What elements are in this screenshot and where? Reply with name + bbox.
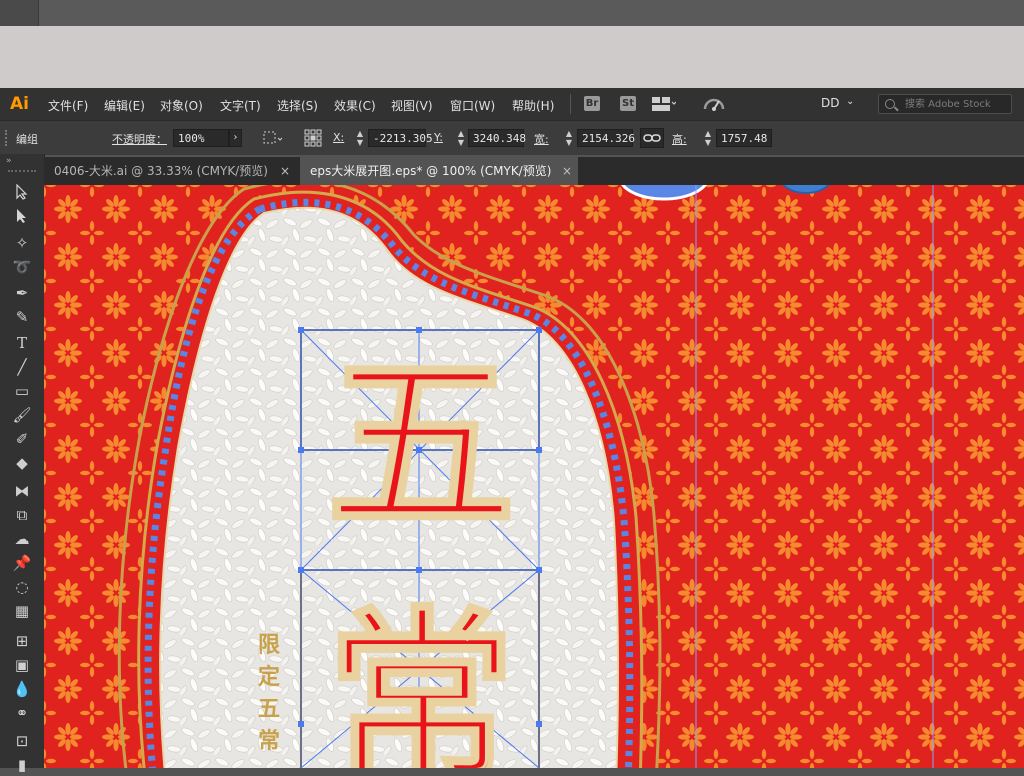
menu-object[interactable]: 对象(O) — [160, 97, 203, 114]
width-field[interactable]: 2154.326 — [577, 129, 635, 147]
selection-type-label: 编组 — [16, 133, 38, 146]
stock-button[interactable]: St — [620, 96, 636, 111]
opacity-label[interactable]: 不透明度： — [112, 131, 167, 147]
tab-document-2[interactable]: eps大米展开图.eps* @ 100% (CMYK/预览) × — [300, 157, 578, 185]
arrange-documents-icon[interactable] — [652, 97, 677, 111]
app-logo: Ai — [10, 94, 29, 114]
panel-grip-icon — [5, 130, 10, 146]
x-field[interactable]: -2213.305 — [368, 129, 433, 147]
x-stepper-icon[interactable]: ▲ ▼ — [354, 129, 366, 147]
search-icon — [885, 99, 895, 109]
scale-tool-icon[interactable]: ⧉ — [10, 504, 34, 526]
chevron-down-icon[interactable]: ⌄ — [846, 96, 854, 107]
height-field[interactable]: 1757.48 p — [716, 129, 772, 147]
eyedropper-tool-icon[interactable]: 💧 — [10, 678, 34, 700]
perspective-grid-tool-icon[interactable]: ▦ — [10, 600, 34, 622]
tab-label: 0406-大米.ai @ 33.33% (CMYK/预览) — [54, 164, 268, 178]
search-stock-input[interactable]: 搜索 Adobe Stock — [878, 94, 1012, 114]
lasso-tool-icon[interactable]: ➰ — [10, 256, 34, 278]
curvature-tool-icon[interactable]: ✎ — [10, 306, 34, 328]
background-gray-strip — [0, 26, 1024, 88]
width-stepper-icon[interactable]: ▲ ▼ — [563, 129, 575, 147]
document-tab-bar: 0406-大米.ai @ 33.33% (CMYK/预览) × eps大米展开图… — [44, 157, 1024, 185]
vertical-char: 限 — [257, 632, 280, 658]
collapse-panel-icon[interactable]: » — [6, 156, 12, 166]
y-field[interactable]: 3240.348 — [468, 129, 526, 147]
pen-tool-icon[interactable]: ✒ — [10, 282, 34, 304]
panel-grip-icon — [8, 170, 36, 174]
menu-separator — [570, 94, 571, 114]
artboard-canvas[interactable]: 五 常 限 定 五 常 — [44, 185, 1024, 768]
workspace-switcher[interactable]: DD — [821, 96, 839, 110]
shape-builder-tool-icon[interactable]: ◌ — [10, 576, 34, 598]
menu-type[interactable]: 文字(T) — [220, 97, 261, 114]
mesh-tool-icon[interactable]: ⊞ — [10, 630, 34, 652]
vertical-gold-text: 限 定 五 常 — [254, 629, 284, 757]
gpu-performance-icon[interactable] — [702, 95, 726, 113]
line-segment-tool-icon[interactable]: ╱ — [10, 356, 34, 378]
calligraphy-char-wu: 五 — [324, 333, 517, 556]
shaper-tool-icon[interactable]: ✐ — [10, 428, 34, 450]
puppet-warp-tool-icon[interactable]: 📌 — [10, 552, 34, 574]
os-top-strip — [0, 0, 1024, 26]
search-placeholder: 搜索 Adobe Stock — [905, 99, 991, 110]
type-tool-icon[interactable]: T — [10, 332, 34, 354]
menu-window[interactable]: 窗口(W) — [450, 97, 495, 114]
warp-tool-icon[interactable]: ☁ — [10, 528, 34, 550]
x-label: X: — [333, 131, 345, 144]
tools-panel: » ✧ ➰ ✒ ✎ T ╱ ▭ 🖌 ✐ ◆ ⧓ ⧉ ☁ 📌 ◌ ▦ ⊞ ▣ 💧 … — [0, 154, 45, 774]
tab-label: eps大米展开图.eps* @ 100% (CMYK/预览) — [310, 164, 552, 178]
tab-document-1[interactable]: 0406-大米.ai @ 33.33% (CMYK/预览) × — [44, 157, 300, 185]
menu-file[interactable]: 文件(F) — [48, 97, 88, 114]
control-bar: 编组 不透明度： 100% › X: ▲ ▼ -2213.305 Y: ▲ ▼ 32… — [0, 120, 1024, 155]
paintbrush-tool-icon[interactable]: 🖌 — [10, 404, 34, 426]
y-stepper-icon[interactable]: ▲ ▼ — [455, 129, 467, 147]
reflect-tool-icon[interactable]: ⧓ — [10, 480, 34, 502]
reference-point-icon[interactable] — [304, 129, 322, 147]
close-icon[interactable]: × — [280, 157, 290, 185]
calligraphy-char-chang: 常 — [324, 588, 517, 768]
selection-tool-icon[interactable] — [10, 183, 34, 206]
menu-view[interactable]: 视图(V) — [391, 97, 433, 114]
align-to-selection-icon[interactable] — [262, 130, 284, 146]
blend-tool-icon[interactable]: ⚭ — [10, 702, 34, 724]
menu-help[interactable]: 帮助(H) — [512, 97, 554, 114]
bridge-button[interactable]: Br — [584, 96, 600, 111]
graph-tool-icon[interactable]: ▮ — [10, 754, 34, 776]
direct-selection-tool-icon[interactable] — [10, 208, 34, 230]
vertical-char: 五 — [257, 696, 280, 722]
vertical-char: 定 — [257, 664, 280, 690]
eraser-tool-icon[interactable]: ◆ — [10, 452, 34, 474]
opacity-dropdown-arrow-icon[interactable]: › — [229, 129, 242, 147]
menu-bar: Ai 文件(F) 编辑(E) 对象(O) 文字(T) 选择(S) 效果(C) 视… — [0, 88, 1024, 120]
os-top-strip-left — [0, 0, 39, 26]
symbol-sprayer-tool-icon[interactable]: ⊡ — [10, 730, 34, 752]
y-label: Y: — [434, 131, 443, 144]
menu-effect[interactable]: 效果(C) — [334, 97, 376, 114]
height-stepper-icon[interactable]: ▲ ▼ — [702, 129, 714, 147]
magic-wand-tool-icon[interactable]: ✧ — [10, 232, 34, 254]
constrain-proportions-icon[interactable] — [640, 128, 664, 148]
close-icon[interactable]: × — [562, 157, 572, 185]
vertical-char: 常 — [257, 728, 280, 754]
gradient-tool-icon[interactable]: ▣ — [10, 654, 34, 676]
menu-edit[interactable]: 编辑(E) — [104, 97, 145, 114]
opacity-field[interactable]: 100% — [173, 129, 229, 147]
menu-select[interactable]: 选择(S) — [277, 97, 318, 114]
rectangle-tool-icon[interactable]: ▭ — [10, 380, 34, 402]
width-label: 宽: — [534, 133, 549, 146]
height-label: 高: — [672, 133, 687, 146]
